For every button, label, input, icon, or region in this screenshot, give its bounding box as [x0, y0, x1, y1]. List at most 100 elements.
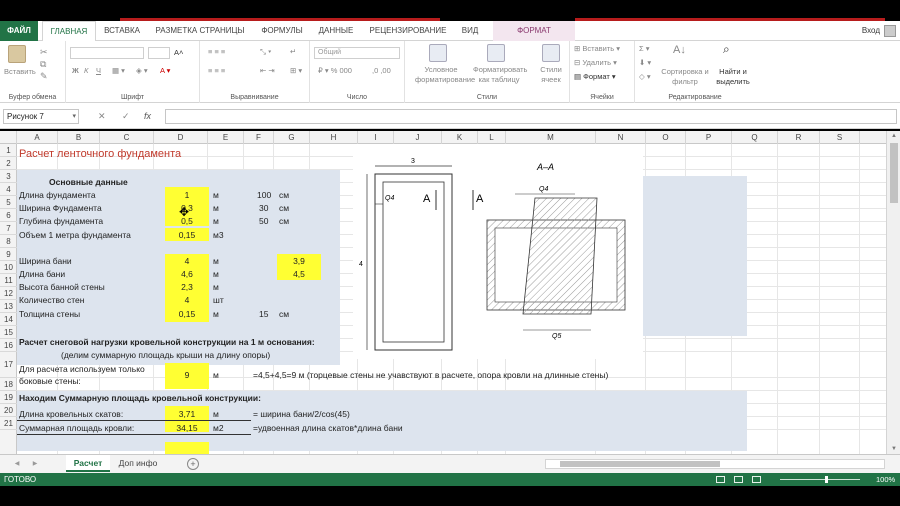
copy-icon[interactable]: ⧉ — [40, 59, 46, 69]
cell-value[interactable]: 100 — [257, 189, 271, 202]
row-header-16[interactable]: 16 — [0, 339, 17, 352]
column-header-d[interactable]: D — [154, 131, 208, 144]
cell-value[interactable]: 4 — [165, 294, 209, 307]
column-header-c[interactable]: C — [100, 131, 154, 144]
cell-unit[interactable]: м — [213, 215, 219, 228]
scroll-thumb[interactable] — [890, 143, 898, 203]
orientation-icon[interactable]: ⤡ ▾ — [260, 47, 271, 57]
cell-note[interactable]: =4,5+4,5=9 м (торцевые стены не учавству… — [253, 369, 608, 382]
tab-page-layout[interactable]: РАЗМЕТКА СТРАНИЦЫ — [150, 21, 250, 41]
row-header-17[interactable]: 17 — [0, 352, 17, 378]
format-as-table-button[interactable]: Форматировать как таблицу — [473, 65, 527, 85]
cell-unit[interactable]: см — [279, 202, 289, 215]
tab-file[interactable]: ФАЙЛ — [0, 21, 38, 41]
row-header-10[interactable]: 10 — [0, 261, 17, 274]
cell-label[interactable]: Объем 1 метра фундамента — [19, 229, 131, 242]
page-break-view-icon[interactable] — [752, 476, 761, 483]
italic-button[interactable]: К — [84, 66, 88, 76]
row-header-13[interactable]: 13 — [0, 300, 17, 313]
cell-value[interactable]: 1 — [165, 189, 209, 202]
row-header-21[interactable]: 21 — [0, 417, 17, 430]
sheet-tab-raschet[interactable]: Расчет — [66, 455, 110, 472]
cell-value[interactable]: 4 — [165, 255, 209, 268]
sort-filter-icon[interactable]: A↓ — [673, 45, 686, 56]
section-header[interactable]: Расчет снеговой нагрузки кровельной конс… — [19, 336, 315, 349]
scroll-thumb[interactable] — [560, 461, 720, 467]
conditional-format-button[interactable]: Условное форматирование — [415, 65, 475, 85]
column-header-q[interactable]: Q — [732, 131, 778, 144]
clear-icon[interactable]: ◇ ▾ — [639, 72, 651, 82]
row-header-12[interactable]: 12 — [0, 287, 17, 300]
font-size-combo[interactable] — [148, 47, 170, 59]
cell-unit[interactable]: м — [213, 268, 219, 281]
scroll-up-icon[interactable]: ▲ — [887, 133, 900, 139]
cell-value[interactable]: 0,15 — [165, 308, 209, 321]
cell-unit[interactable]: шт — [213, 294, 224, 307]
cell-unit[interactable]: м — [213, 281, 219, 294]
column-header-f[interactable]: F — [244, 131, 274, 144]
paste-icon[interactable] — [8, 45, 26, 63]
wrap-text-icon[interactable]: ↵ — [290, 47, 296, 57]
sheet-next-icon[interactable]: ▶ — [28, 460, 42, 467]
tab-format[interactable]: ФОРМАТ — [493, 21, 575, 41]
cell-label[interactable]: Количество стен — [19, 294, 84, 307]
row-header-20[interactable]: 20 — [0, 404, 17, 417]
tab-data[interactable]: ДАННЫЕ — [313, 21, 359, 41]
conditional-format-icon[interactable] — [429, 44, 447, 62]
row-header-5[interactable]: 5 — [0, 196, 17, 209]
column-header-g[interactable]: G — [274, 131, 310, 144]
row-header-7[interactable]: 7 — [0, 222, 17, 235]
formula-input[interactable] — [165, 109, 897, 124]
row-header-15[interactable]: 15 — [0, 326, 17, 339]
foundation-drawing[interactable]: 3 4 Q4 А А А–А Q4 Q5 — [353, 144, 643, 359]
font-color-icon[interactable]: A ▾ — [160, 66, 170, 76]
decimal-icon[interactable]: ,0 ,00 — [372, 66, 391, 76]
cell-value[interactable]: 9 — [165, 369, 209, 382]
cell-value[interactable]: 4,6 — [165, 268, 209, 281]
row-header-2[interactable]: 2 — [0, 157, 17, 170]
format-cells-button[interactable]: ▤ Формат ▾ — [574, 72, 616, 82]
column-header-e[interactable]: E — [208, 131, 244, 144]
row-header-6[interactable]: 6 — [0, 209, 17, 222]
tab-review[interactable]: РЕЦЕНЗИРОВАНИЕ — [365, 21, 451, 41]
cell-unit[interactable]: м — [213, 369, 219, 382]
row-header-19[interactable]: 19 — [0, 391, 17, 404]
number-format-combo[interactable]: Общий — [314, 47, 400, 59]
cell-label[interactable]: боковые стены: — [19, 375, 81, 388]
find-icon[interactable]: ⌕ — [723, 43, 730, 55]
font-grow-icon[interactable]: A˄ — [174, 48, 183, 58]
autosum-icon[interactable]: Σ ▾ — [639, 44, 650, 54]
insert-cells-button[interactable]: ⊞ Вставить ▾ — [574, 44, 620, 54]
section-header[interactable]: Основные данные — [49, 176, 128, 189]
cancel-icon[interactable]: ✕ — [98, 109, 106, 124]
user-sign-in[interactable]: Вход — [862, 24, 896, 38]
insert-function-icon[interactable]: fx — [144, 109, 151, 124]
column-header-r[interactable]: R — [778, 131, 820, 144]
cell-label[interactable]: Глубина фундамента — [19, 215, 103, 228]
cell-styles-button[interactable]: Стили ячеек — [533, 65, 569, 85]
zoom-slider[interactable] — [780, 479, 860, 480]
find-select-button[interactable]: Найти и выделить — [713, 67, 753, 87]
enter-icon[interactable]: ✓ — [122, 109, 130, 124]
column-header-h[interactable]: H — [310, 131, 358, 144]
scroll-down-icon[interactable]: ▼ — [887, 446, 900, 452]
zoom-level[interactable]: 100% — [876, 473, 895, 486]
sheet-prev-icon[interactable]: ◀ — [10, 460, 24, 467]
horizontal-scrollbar[interactable] — [545, 459, 885, 469]
column-header-k[interactable]: K — [442, 131, 478, 144]
row-header-8[interactable]: 8 — [0, 235, 17, 248]
borders-icon[interactable]: ▦ ▾ — [112, 66, 125, 76]
cell-unit[interactable]: см — [279, 215, 289, 228]
select-all-corner[interactable] — [0, 131, 17, 144]
column-header-l[interactable]: L — [478, 131, 506, 144]
merge-icon[interactable]: ⊞ ▾ — [290, 66, 302, 76]
cell-value[interactable]: 15 — [259, 308, 268, 321]
format-painter-icon[interactable]: ✎ — [40, 71, 48, 81]
column-header-i[interactable]: I — [358, 131, 394, 144]
name-box[interactable]: Рисунок 7 ▾ — [3, 109, 79, 124]
cell-unit[interactable]: м — [213, 308, 219, 321]
cell-label[interactable]: Ширина Фундамента — [19, 202, 102, 215]
tab-view[interactable]: ВИД — [455, 21, 485, 41]
paste-button[interactable]: Вставить — [4, 67, 36, 77]
section-header[interactable]: Находим Суммарную площадь кровельной кон… — [19, 392, 261, 405]
